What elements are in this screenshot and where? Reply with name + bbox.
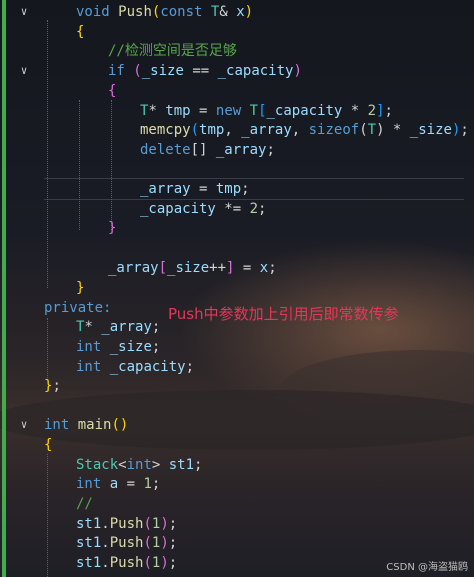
indent-guide	[111, 100, 112, 230]
code-line[interactable]: };	[44, 376, 61, 396]
indent-guide	[79, 100, 80, 230]
code-line[interactable]: private:	[44, 298, 111, 318]
current-line-highlight	[44, 178, 464, 200]
watermark: CSDN @海盗猫鸥	[386, 562, 468, 573]
code-line[interactable]: }	[76, 278, 84, 298]
code-line[interactable]: memcpy(tmp, _array, sizeof(T) * _size);	[140, 120, 469, 140]
annotation-text: Push中参数加上引用后即常数传参	[168, 305, 399, 323]
code-line[interactable]: void Push(const T& x)	[76, 2, 253, 22]
code-line[interactable]: Stack<int> st1;	[76, 455, 202, 475]
code-line[interactable]: int _capacity;	[76, 357, 194, 377]
code-line[interactable]: int main()	[44, 415, 128, 435]
indent-guide	[47, 454, 48, 577]
fold-chevron-icon[interactable]: ∨	[18, 415, 30, 435]
code-line[interactable]: {	[76, 22, 84, 42]
code-line[interactable]: {	[44, 435, 52, 455]
code-editor[interactable]: ∨ ∨ ∨ void Push(const T& x) { //检测空间是否足够…	[0, 0, 474, 577]
code-line[interactable]: int a = 1;	[76, 474, 160, 494]
code-line[interactable]: _array[_size++] = x;	[108, 258, 277, 278]
fold-chevron-icon[interactable]: ∨	[18, 61, 30, 81]
code-line[interactable]: int _size;	[76, 337, 160, 357]
code-line[interactable]: }	[108, 218, 116, 238]
indent-guide	[47, 20, 48, 288]
code-line[interactable]: //	[76, 494, 93, 514]
code-line[interactable]: _array = tmp;	[140, 179, 250, 199]
code-line[interactable]: _capacity *= 2;	[140, 199, 266, 219]
code-line[interactable]: st1.Push(1);	[76, 553, 177, 573]
code-line[interactable]: st1.Push(1);	[76, 533, 177, 553]
code-line[interactable]: if (_size == _capacity)	[108, 61, 302, 81]
code-line[interactable]: {	[108, 81, 116, 101]
code-line[interactable]: //检测空间是否足够	[108, 41, 237, 61]
indent-guide	[47, 318, 48, 378]
code-line[interactable]: st1.Push(1);	[76, 514, 177, 534]
code-line[interactable]: T* _array;	[76, 317, 160, 337]
code-line[interactable]: delete[] _array;	[140, 140, 275, 160]
fold-chevron-icon[interactable]: ∨	[18, 2, 30, 22]
code-line[interactable]: T* tmp = new T[_capacity * 2];	[140, 101, 393, 121]
